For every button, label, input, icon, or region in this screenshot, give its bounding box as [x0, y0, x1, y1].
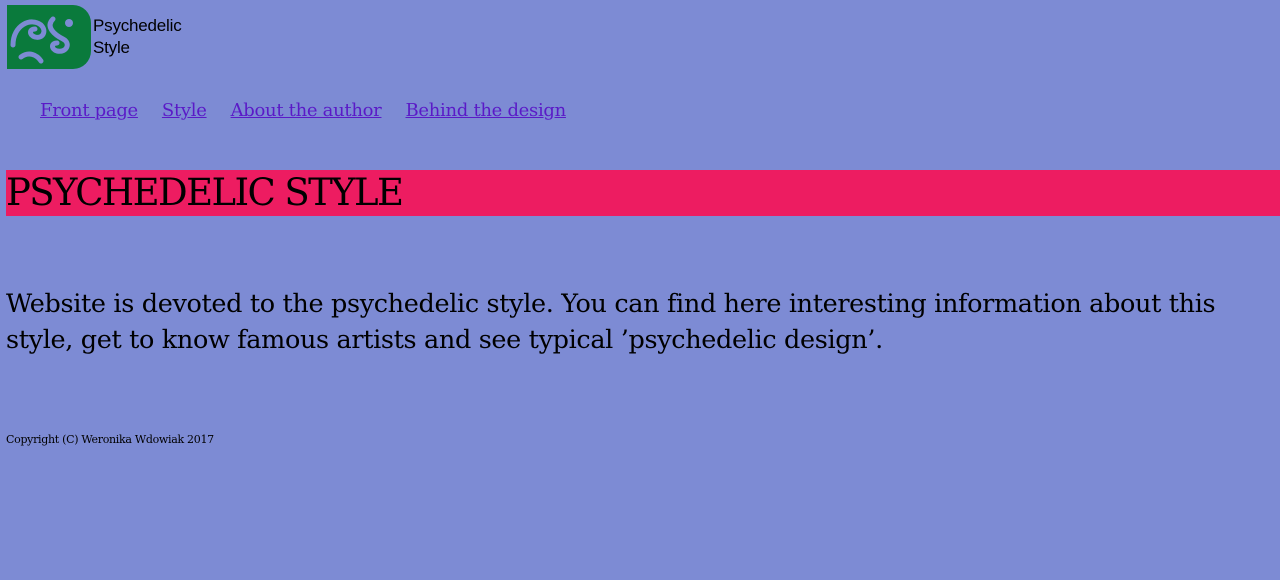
main-nav: Front page Style About the author Behind… [40, 100, 566, 121]
site-title-line2: Style [93, 38, 130, 57]
footer-copyright: Copyright (C) Weronika Wdowiak 2017 [6, 433, 214, 446]
intro-paragraph: Website is devoted to the psychedelic st… [6, 289, 1216, 355]
nav-link-front-page[interactable]: Front page [40, 100, 138, 121]
site-title-line1: Psychedelic [93, 16, 182, 35]
nav-link-behind-the-design[interactable]: Behind the design [405, 100, 566, 121]
site-header: Psychedelic Style [7, 5, 203, 69]
psychedelic-swirl-logo-icon[interactable] [7, 5, 91, 69]
site-title: Psychedelic Style [93, 15, 203, 59]
nav-link-about-the-author[interactable]: About the author [231, 100, 382, 121]
page-title: PSYCHEDELIC STYLE [6, 171, 404, 214]
nav-link-style[interactable]: Style [162, 100, 207, 121]
page-title-banner: PSYCHEDELIC STYLE [6, 170, 1280, 216]
